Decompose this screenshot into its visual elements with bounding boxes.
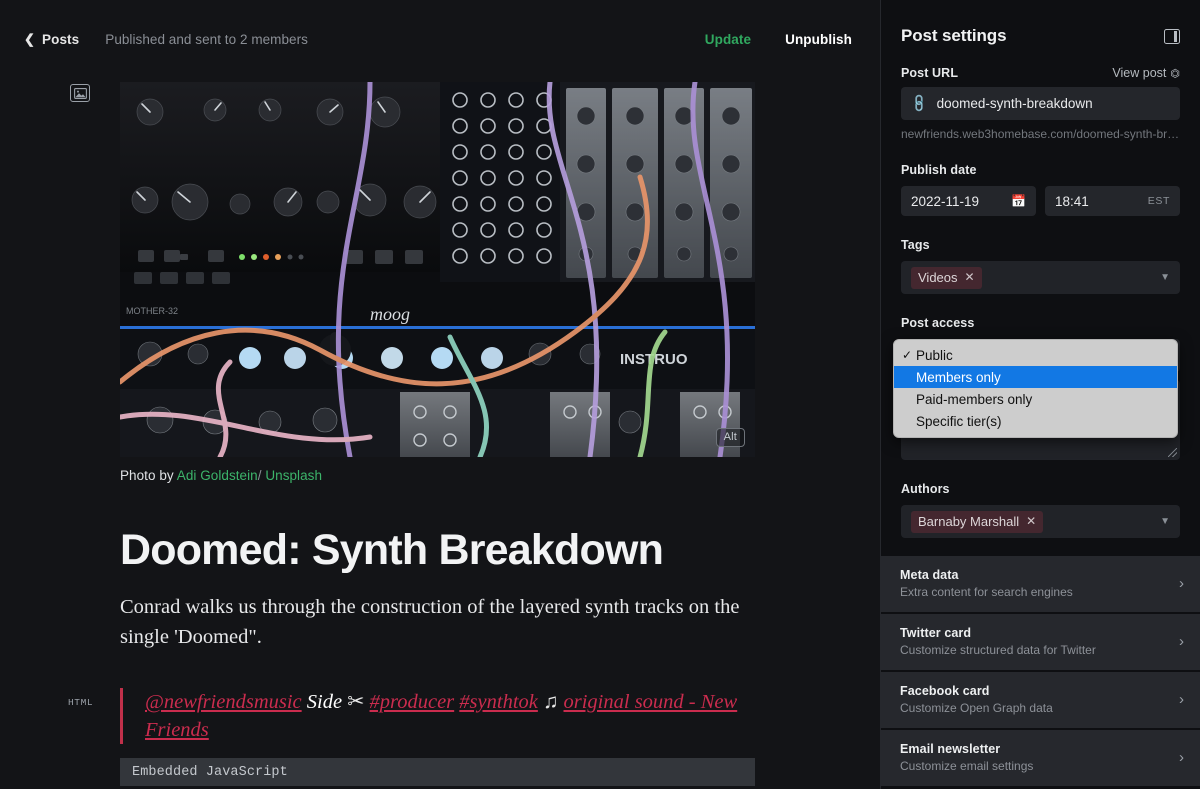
author-chip[interactable]: Barnaby Marshall ✕ xyxy=(911,510,1044,533)
tags-input[interactable]: Videos ✕ ▼ xyxy=(901,261,1180,294)
feature-image[interactable]: MOTHER-32 moog INSTRUO Alt xyxy=(120,82,755,457)
section-title: Meta data xyxy=(900,568,959,582)
chevron-left-icon: ❮ xyxy=(24,31,35,46)
publish-time-input[interactable]: 18:41 EST xyxy=(1045,186,1180,216)
post-access-dropdown-popup[interactable]: ✓ Public Members only Paid-members only … xyxy=(893,339,1178,438)
tag-chip[interactable]: Videos ✕ xyxy=(911,266,982,289)
svg-text:moog: moog xyxy=(370,304,410,324)
chevron-down-icon[interactable]: ▼ xyxy=(1160,516,1170,527)
quote-word-side: Side xyxy=(306,690,343,713)
section-email-newsletter[interactable]: Email newsletter Customize email setting… xyxy=(881,730,1200,786)
caption-separator: / xyxy=(257,468,262,483)
publish-date-field: Publish date 2022-11-19 📅 18:41 EST xyxy=(901,161,1180,216)
chevron-down-icon[interactable]: ▼ xyxy=(1160,272,1170,283)
calendar-icon: 📅 xyxy=(1011,194,1026,208)
dropdown-option-specific-tiers[interactable]: Specific tier(s) xyxy=(894,410,1177,432)
publish-date-value: 2022-11-19 xyxy=(911,193,980,209)
tag-chip-label: Videos xyxy=(918,269,958,285)
authors-field: Authors Barnaby Marshall ✕ ▼ xyxy=(901,480,1180,538)
post-editor-pane: ❮ Posts Published and sent to 2 members … xyxy=(0,0,880,789)
alt-text-button[interactable]: Alt xyxy=(715,428,745,447)
chevron-right-icon: › xyxy=(1179,633,1184,650)
check-icon: ✓ xyxy=(902,348,913,362)
link-icon: 🔗 xyxy=(908,92,930,114)
chevron-right-icon: › xyxy=(1179,749,1184,766)
author-chip-label: Barnaby Marshall xyxy=(918,513,1020,529)
caption-source-link[interactable]: Unsplash xyxy=(265,468,322,483)
dropdown-option-members-only[interactable]: Members only xyxy=(894,366,1177,388)
section-title: Facebook card xyxy=(900,684,990,698)
section-subtitle: Customize structured data for Twitter xyxy=(900,643,1096,657)
html-card-label: HTML xyxy=(68,696,94,708)
authors-label: Authors xyxy=(901,482,950,496)
section-facebook-card[interactable]: Facebook card Customize Open Graph data … xyxy=(881,672,1200,728)
view-post-label: View post xyxy=(1112,66,1167,80)
sidebar-header: Post settings xyxy=(881,0,1200,46)
back-to-posts-link[interactable]: ❮ Posts xyxy=(24,32,79,47)
back-label: Posts xyxy=(42,31,80,47)
section-twitter-card[interactable]: Twitter card Customize structured data f… xyxy=(881,614,1200,670)
scissors-icon: ✂ xyxy=(347,690,365,713)
section-subtitle: Customize email settings xyxy=(900,759,1034,773)
publish-date-label: Publish date xyxy=(901,163,977,177)
post-access-label: Post access xyxy=(901,316,975,330)
post-title[interactable]: Doomed: Synth Breakdown xyxy=(120,526,780,574)
sidebar-body: Post URL View post ⏣ 🔗 doomed-synth-brea… xyxy=(881,66,1200,538)
chevron-right-icon: › xyxy=(1179,575,1184,592)
sidebar-sections-list: Meta data Extra content for search engin… xyxy=(881,556,1200,786)
section-meta-data[interactable]: Meta data Extra content for search engin… xyxy=(881,556,1200,612)
image-icon[interactable] xyxy=(70,84,90,102)
tags-field: Tags Videos ✕ ▼ xyxy=(901,236,1180,294)
feature-image-wrap: MOTHER-32 moog INSTRUO Alt Photo by Adi … xyxy=(120,82,755,483)
section-title: Twitter card xyxy=(900,626,972,640)
dropdown-option-label: Specific tier(s) xyxy=(916,413,1002,429)
svg-text:MOTHER-32: MOTHER-32 xyxy=(126,306,178,316)
post-url-field: Post URL View post ⏣ 🔗 doomed-synth-brea… xyxy=(901,66,1180,141)
publish-status-text: Published and sent to 2 members xyxy=(105,31,308,47)
chevron-right-icon: › xyxy=(1179,691,1184,708)
mention-link[interactable]: @newfriendsmusic xyxy=(145,691,302,713)
tags-label: Tags xyxy=(901,238,930,252)
section-subtitle: Customize Open Graph data xyxy=(900,701,1053,715)
dropdown-option-label: Paid-members only xyxy=(916,391,1033,407)
unpublish-button[interactable]: Unpublish xyxy=(785,32,852,47)
publish-date-input[interactable]: 2022-11-19 📅 xyxy=(901,186,1036,216)
timezone-label: EST xyxy=(1147,195,1170,207)
post-url-label: Post URL xyxy=(901,66,959,80)
external-link-icon: ⏣ xyxy=(1170,67,1180,80)
synth-rack-photo: MOTHER-32 moog INSTRUO xyxy=(120,82,755,457)
section-title: Email newsletter xyxy=(900,742,1001,756)
dropdown-option-label: Public xyxy=(916,347,953,363)
dropdown-option-label: Members only xyxy=(916,369,1001,385)
topbar-actions: Update Unpublish xyxy=(705,32,852,47)
update-button[interactable]: Update xyxy=(705,32,751,47)
html-card-blockquote: @newfriendsmusic Side ✂ #producer #synth… xyxy=(120,687,760,745)
caption-prefix: Photo by xyxy=(120,468,174,483)
embedded-javascript-box[interactable]: Embedded JavaScript xyxy=(120,758,755,787)
close-icon[interactable]: ✕ xyxy=(965,270,975,284)
post-settings-sidebar: Post settings Post URL View post ⏣ 🔗 doo… xyxy=(880,0,1200,789)
post-url-full: newfriends.web3homebase.com/doomed-synth… xyxy=(901,127,1180,141)
post-url-value: doomed-synth-breakdown xyxy=(936,96,1093,111)
post-excerpt-paragraph[interactable]: Conrad walks us through the construction… xyxy=(120,592,762,653)
authors-input[interactable]: Barnaby Marshall ✕ ▼ xyxy=(901,505,1180,538)
editor-topbar: ❮ Posts Published and sent to 2 members … xyxy=(0,0,880,78)
caption-author-link[interactable]: Adi Goldstein xyxy=(177,468,258,483)
publish-time-value: 18:41 xyxy=(1055,193,1089,209)
hashtag-synthtok-link[interactable]: #synthtok xyxy=(459,691,538,713)
post-url-input[interactable]: 🔗 doomed-synth-breakdown xyxy=(901,87,1180,120)
feature-image-caption: Photo by Adi Goldstein/ Unsplash xyxy=(120,468,755,483)
dropdown-option-paid-members-only[interactable]: Paid-members only xyxy=(894,388,1177,410)
section-subtitle: Extra content for search engines xyxy=(900,585,1073,599)
view-post-link[interactable]: View post ⏣ xyxy=(1112,66,1180,80)
sidebar-title: Post settings xyxy=(901,26,1007,45)
close-icon[interactable]: ✕ xyxy=(1026,514,1036,528)
html-card-block[interactable]: HTML @newfriendsmusic Side ✂ #producer #… xyxy=(0,687,880,787)
hashtag-producer-link[interactable]: #producer xyxy=(370,691,455,713)
music-note-icon: ♫ xyxy=(543,690,559,713)
dropdown-option-public[interactable]: ✓ Public xyxy=(894,344,1177,366)
sidebar-toggle-icon[interactable] xyxy=(1164,28,1180,44)
